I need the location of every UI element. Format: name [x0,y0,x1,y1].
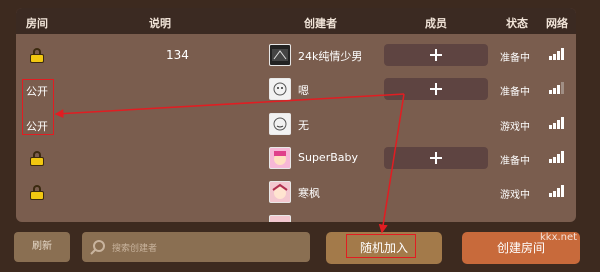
annotation-box-public [22,79,54,135]
bottom-bar: 刷新 搜索创建者 随机加入 创建房间 [0,224,600,272]
avatar [269,181,291,203]
annotation-box-random-join [346,234,416,258]
header-creator: 创建者 [304,17,337,30]
header-desc: 说明 [149,17,171,30]
join-room-button[interactable] [384,147,488,169]
lock-icon [30,151,44,166]
avatar [269,44,291,66]
avatar [269,215,291,222]
room-description: 134 [166,48,189,62]
creator-name: 无 [298,119,309,132]
search-placeholder: 搜索创建者 [112,244,158,254]
header-room: 房间 [26,17,48,30]
search-creator-input[interactable]: 搜索创建者 [82,232,310,262]
room-list-panel: 房间 说明 创建者 成员 状态 网络 134 24k纯情少男 准备中 公开 嗯 … [16,8,576,222]
creator-name: 寒枫 [298,187,320,200]
room-row[interactable]: SuperBaby 准备中 [16,142,576,176]
lock-icon [30,185,44,200]
header-network: 网络 [546,17,568,30]
room-status: 准备中 [500,87,530,98]
avatar [269,147,291,169]
header-members: 成员 [425,17,447,30]
avatar [269,78,291,100]
creator-name: 嗯 [298,84,309,97]
refresh-button[interactable]: 刷新 [14,232,70,262]
signal-strength-icon [549,48,565,60]
room-status: 准备中 [500,53,530,64]
room-status: 准备中 [500,156,530,167]
watermark: kkx.net [540,232,578,243]
room-status: 游戏中 [500,190,530,201]
room-row[interactable] [16,210,576,222]
signal-strength-icon [549,117,565,129]
room-row[interactable]: 公开 无 游戏中 [16,108,576,142]
room-row[interactable]: 寒枫 游戏中 [16,176,576,210]
table-header: 房间 说明 创建者 成员 状态 网络 [16,8,576,34]
creator-name: 24k纯情少男 [298,50,363,63]
join-room-button[interactable] [384,44,488,66]
signal-strength-icon [549,185,565,197]
creator-name: SuperBaby [298,151,359,164]
room-list-screen: 房间 说明 创建者 成员 状态 网络 134 24k纯情少男 准备中 公开 嗯 … [0,0,600,272]
room-row[interactable]: 134 24k纯情少男 准备中 [16,39,576,73]
room-status: 游戏中 [500,122,530,133]
header-status: 状态 [506,17,528,30]
search-icon [90,240,105,255]
signal-strength-icon [549,151,565,163]
join-room-button[interactable] [384,78,488,100]
signal-strength-icon [549,82,565,94]
lock-icon [30,48,44,63]
room-row[interactable]: 公开 嗯 准备中 [16,73,576,107]
avatar [269,113,291,135]
